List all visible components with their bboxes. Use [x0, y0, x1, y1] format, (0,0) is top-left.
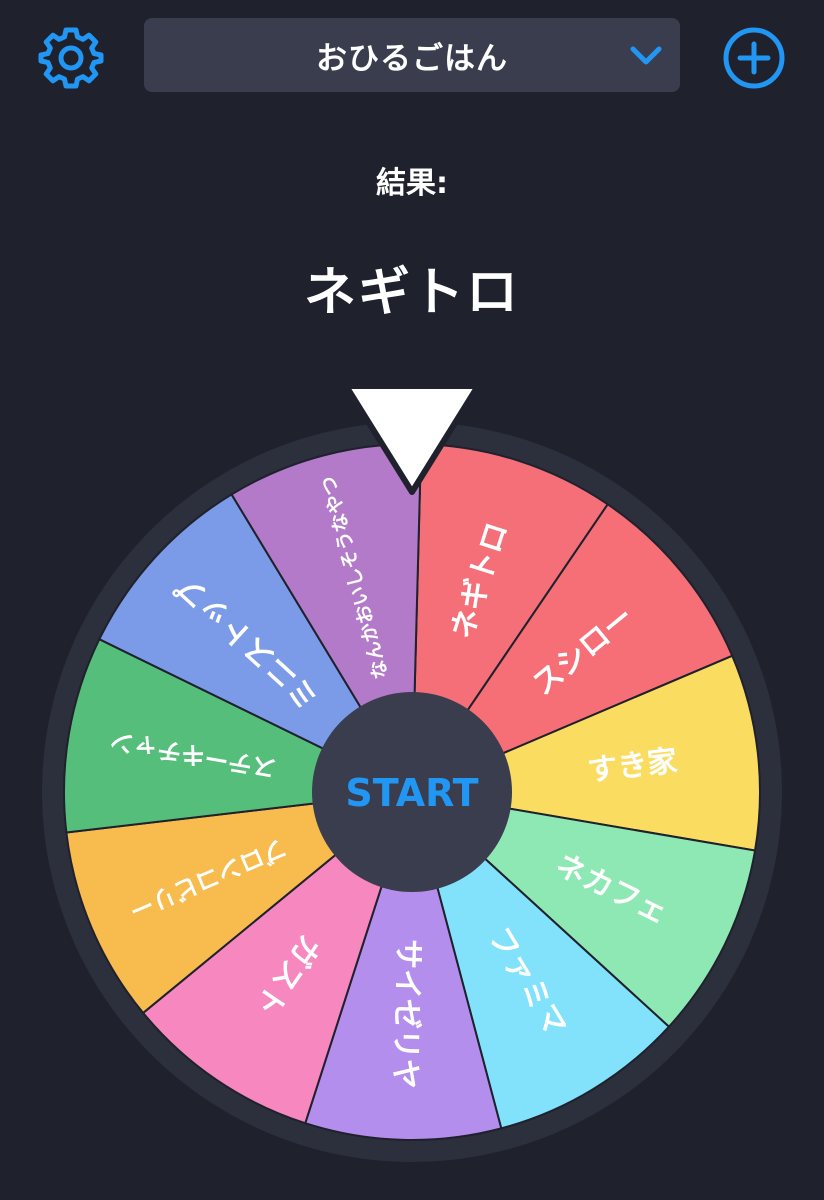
start-button-label[interactable]: START	[345, 771, 478, 815]
roulette-wheel[interactable]: ネギトロスシローすき家ネカフェファミマサイゼリヤガストブロンコビリーステーキチャ…	[0, 0, 824, 1200]
wheel-segment-label: サイゼリヤ	[387, 938, 426, 1089]
app-screen: おひるごはん 結果: ネギトロ ネギトロ スシロー すき家 ネカフェ ファミマ サイゼリヤ…	[0, 0, 824, 1200]
start-button[interactable]: START	[312, 692, 512, 892]
